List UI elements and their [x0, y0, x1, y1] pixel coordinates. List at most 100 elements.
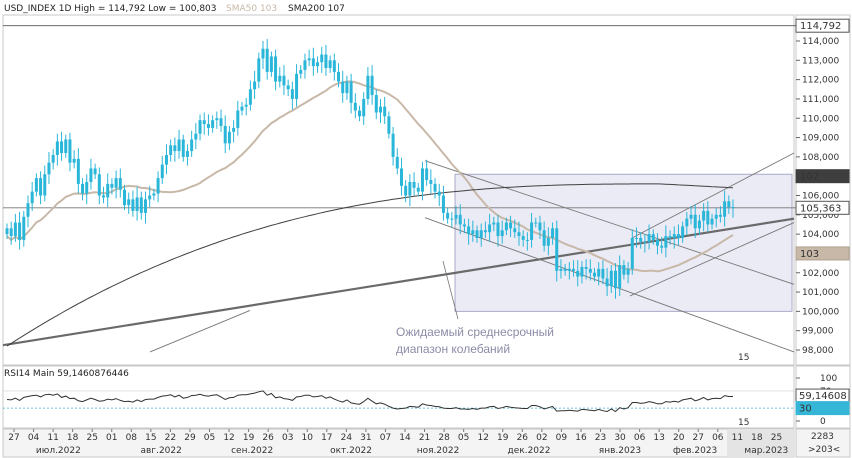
time-tick-label: 25 — [86, 433, 97, 443]
candle-body — [521, 236, 525, 240]
price-tick-label: 98,000 — [802, 346, 834, 356]
candle-body — [85, 181, 89, 194]
candle-body — [303, 60, 307, 70]
time-tick-label: 12 — [223, 433, 234, 443]
candle-body — [370, 75, 374, 96]
chart-svg[interactable]: 114,000 113,000 112,000 111,000 110,000 109,0… — [0, 0, 852, 458]
candle-body — [30, 191, 34, 204]
candle-body — [727, 201, 731, 208]
candle-body — [609, 270, 613, 287]
candle-body — [483, 230, 487, 233]
candle-body — [685, 218, 689, 227]
candle-body — [697, 220, 701, 229]
candle-body — [118, 178, 122, 190]
candle-body — [374, 95, 378, 113]
price-tick-label: 104,000 — [802, 230, 839, 240]
candle-body — [223, 125, 227, 144]
candle-body — [387, 116, 391, 134]
candle-body — [9, 228, 13, 237]
candle-body — [152, 193, 156, 196]
candle-body — [534, 222, 538, 224]
candle-body — [156, 178, 160, 194]
price-marker-label: 107 — [800, 172, 819, 183]
scroll-marker-main: 15 — [738, 353, 749, 363]
candle-body — [337, 71, 341, 82]
time-tick-label: 21 — [419, 433, 430, 443]
candle-body — [97, 174, 101, 196]
time-tick-label: 22 — [165, 433, 176, 443]
time-tick-label: 18 — [67, 433, 79, 443]
time-tick-label: 03 — [282, 433, 293, 443]
candle-body — [488, 224, 492, 233]
candle-body — [702, 210, 706, 221]
candle-body — [706, 210, 710, 225]
candle-body — [362, 98, 366, 117]
time-tick-label: 12 — [477, 433, 488, 443]
candle-body — [47, 162, 51, 175]
candle-body — [668, 236, 672, 238]
bar-counter-top: 2283 — [811, 432, 834, 442]
candle-body — [169, 145, 173, 155]
time-tick-label: 27 — [693, 433, 704, 443]
time-tick-label: 13 — [653, 433, 664, 443]
candle-body — [441, 195, 445, 213]
time-tick-label: 30 — [614, 433, 626, 443]
candle-body — [295, 73, 299, 99]
candle-body — [655, 239, 659, 246]
rsi-header: RSI14 Main 59,1460876446 — [4, 369, 129, 379]
time-tick-label: 26 — [262, 433, 274, 443]
candle-body — [399, 168, 403, 186]
candle-body — [278, 75, 282, 82]
candle-body — [475, 230, 479, 238]
scroll-marker-rsi: 15 — [738, 418, 749, 428]
candle-body — [68, 139, 72, 163]
candle-body — [433, 183, 437, 192]
candle-body — [290, 89, 294, 99]
candle-body — [731, 207, 735, 209]
bar-counter-bottom: >203< — [808, 445, 840, 455]
time-tick-label: 05 — [204, 433, 215, 443]
candle-body — [517, 232, 521, 237]
candle-body — [244, 104, 248, 107]
price-marker-label: 105,363 — [800, 203, 841, 214]
rsi-tick-label: 100 — [820, 374, 837, 384]
candle-body — [613, 270, 617, 289]
candle-body — [181, 139, 185, 157]
rsi-tick-label: 0 — [820, 417, 826, 427]
rsi-marker-label: 59,14608 — [799, 391, 847, 402]
time-tick-label: 16 — [575, 433, 587, 443]
candle-body — [618, 265, 622, 289]
candle-body — [43, 174, 47, 196]
candle-body — [345, 81, 349, 94]
price-tick-label: 102,000 — [802, 269, 839, 279]
candle-body — [588, 268, 592, 273]
annotation-line-1: Ожидаемый среднесрочный — [396, 325, 554, 339]
time-tick-label: 08 — [126, 433, 138, 443]
candle-body — [177, 139, 181, 152]
candle-body — [190, 139, 194, 152]
candle-body — [504, 222, 508, 231]
candle-body — [143, 199, 147, 213]
candle-body — [689, 214, 693, 219]
candle-body — [580, 266, 584, 277]
candle-body — [525, 239, 529, 241]
candle-body — [236, 110, 240, 128]
candle-body — [555, 228, 559, 271]
month-label: сен.2022 — [231, 446, 273, 456]
time-tick-label: 29 — [184, 433, 196, 443]
candle-body — [286, 85, 290, 90]
time-tick-label: 10 — [302, 433, 314, 443]
time-tick-label: 02 — [536, 433, 547, 443]
candle-body — [307, 58, 311, 61]
time-tick-label: 04 — [28, 433, 40, 443]
candle-body — [546, 237, 550, 246]
candle-body — [651, 234, 655, 240]
candle-body — [723, 201, 727, 217]
chart-window: 114,000 113,000 112,000 111,000 110,000 109,0… — [0, 0, 852, 458]
candle-body — [420, 168, 424, 192]
time-tick-label: 27 — [8, 433, 19, 443]
candle-body — [131, 199, 135, 211]
price-tick-label: 101,000 — [802, 288, 839, 298]
time-tick-label: 11 — [47, 433, 58, 443]
candle-body — [454, 214, 458, 219]
